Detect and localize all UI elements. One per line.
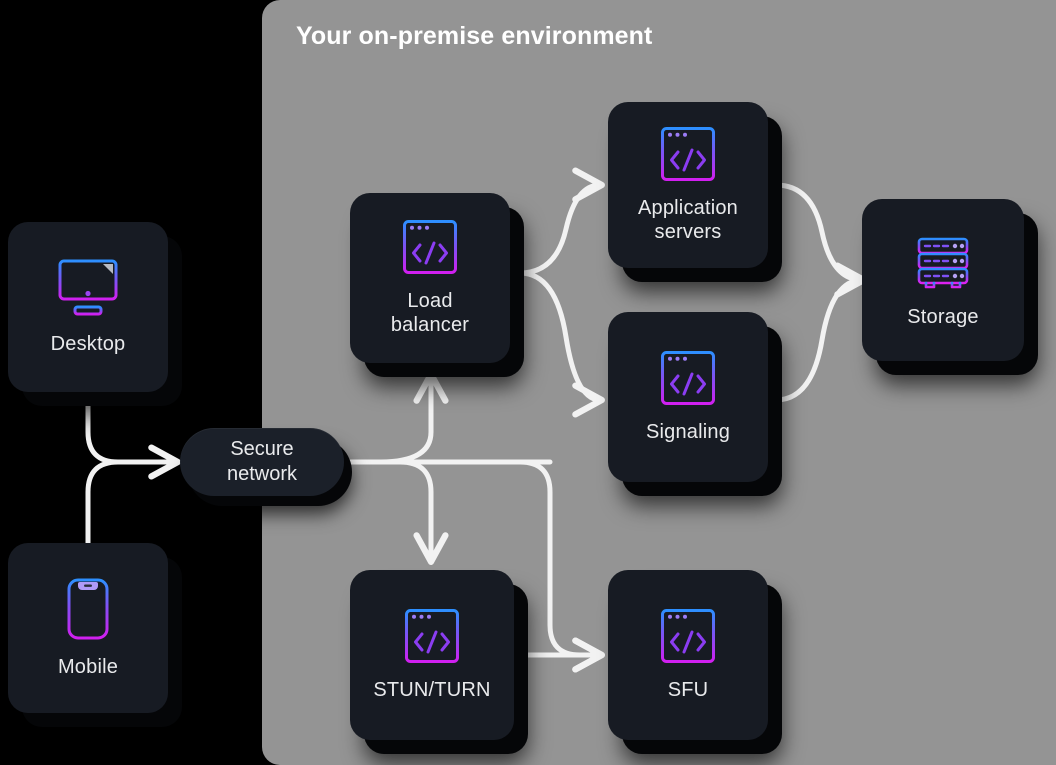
diagram-canvas: Your on-premise environment Desktop Mobi… (0, 0, 1056, 765)
node-application-servers[interactable]: Application servers (608, 102, 782, 282)
wire-secure-to-load (377, 371, 449, 465)
node-label: Application servers (637, 196, 739, 243)
card-body: Load balancer (350, 193, 510, 363)
node-label: Desktop (50, 332, 126, 355)
wire-signaling-to-storage (773, 277, 865, 403)
code-window-icon (660, 350, 716, 406)
wire-secure-to-sfu (517, 459, 605, 673)
pill-body: Secure network (180, 428, 344, 496)
code-window-icon (660, 126, 716, 182)
node-mobile[interactable]: Mobile (8, 543, 182, 727)
desktop-monitor-icon (57, 258, 119, 318)
node-label: SFU (667, 678, 709, 701)
node-label: Storage (907, 305, 979, 328)
node-desktop[interactable]: Desktop (8, 222, 182, 406)
node-signaling[interactable]: Signaling (608, 312, 782, 496)
card-body: STUN/TURN (350, 570, 514, 740)
node-storage[interactable]: Storage (862, 199, 1038, 375)
wire-load-to-app (517, 167, 605, 276)
card-body: SFU (608, 570, 768, 740)
code-window-icon (402, 219, 458, 275)
card-body: Signaling (608, 312, 768, 482)
wire-secure-to-stunturn (397, 459, 449, 565)
node-label: Signaling (645, 420, 731, 443)
node-secure-network[interactable]: Secure network (180, 428, 352, 506)
wire-app-to-storage (773, 182, 867, 298)
node-load-balancer[interactable]: Load balancer (350, 193, 524, 377)
code-window-icon (404, 608, 460, 664)
node-label: Load balancer (390, 289, 470, 336)
wire-mobile-to-secure (85, 459, 179, 548)
node-label: STUN/TURN (373, 678, 491, 701)
node-label: Secure network (226, 438, 298, 485)
node-label: Mobile (57, 655, 119, 678)
card-body: Desktop (8, 222, 168, 392)
server-rack-icon (914, 231, 972, 291)
card-body: Application servers (608, 102, 768, 268)
wire-load-to-signaling (517, 270, 605, 418)
mobile-phone-icon (66, 577, 110, 641)
node-stun-turn[interactable]: STUN/TURN (350, 570, 528, 754)
code-window-icon (660, 608, 716, 664)
card-body: Mobile (8, 543, 168, 713)
node-sfu[interactable]: SFU (608, 570, 782, 754)
card-body: Storage (862, 199, 1024, 361)
